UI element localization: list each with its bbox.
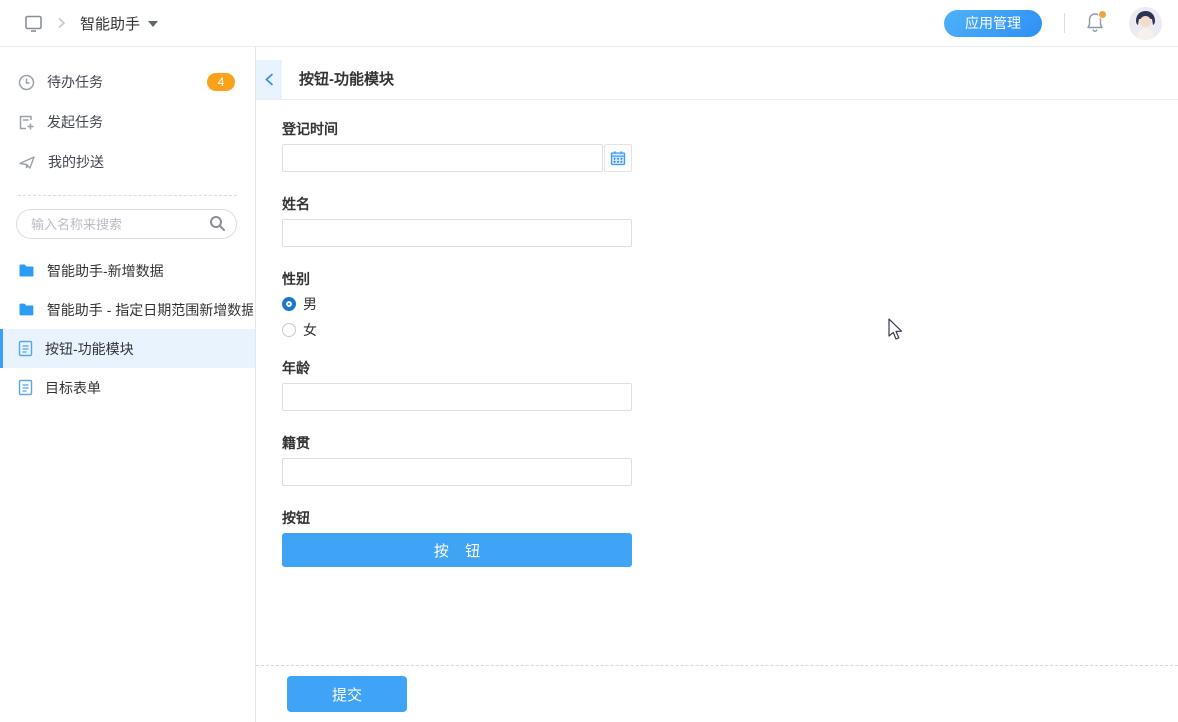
age-input[interactable] — [282, 383, 632, 411]
date-picker-button[interactable] — [604, 144, 632, 172]
tree-item-label: 目标表单 — [45, 378, 101, 398]
sidebar-item-start-task[interactable]: 发起任务 — [0, 102, 255, 142]
field-label: 姓名 — [282, 194, 632, 214]
radio-label[interactable]: 女 — [303, 320, 317, 340]
field-label: 性别 — [282, 269, 632, 289]
origin-input[interactable] — [282, 458, 632, 486]
form-footer: 提交 — [256, 666, 1178, 722]
main-header: 按钮-功能模块 — [256, 47, 1178, 100]
field-origin: 籍贯 — [282, 433, 632, 486]
tree-item-label: 按钮-功能模块 — [45, 339, 134, 359]
form-area: 登记时间 — [256, 100, 1178, 666]
radio-unselected-icon[interactable] — [282, 323, 296, 337]
form-icon — [18, 340, 33, 357]
user-avatar[interactable] — [1129, 7, 1162, 40]
sidebar-item-my-cc[interactable]: 我的抄送 — [0, 142, 255, 182]
sidebar-item-label: 发起任务 — [47, 112, 235, 132]
paper-plane-icon — [18, 154, 36, 171]
notifications-button[interactable] — [1085, 11, 1107, 35]
topbar: 智能助手 应用管理 — [0, 0, 1178, 47]
search-input[interactable] — [16, 209, 237, 239]
field-name: 姓名 — [282, 194, 632, 247]
sidebar-search — [16, 209, 237, 239]
radio-option-female[interactable]: 女 — [282, 318, 632, 341]
avatar-image — [1129, 7, 1162, 40]
tree-item-button-module[interactable]: 按钮-功能模块 — [0, 329, 255, 368]
sidebar-item-label: 我的抄送 — [48, 152, 235, 172]
sidebar-divider — [18, 195, 237, 196]
tree-item-target-form[interactable]: 目标表单 — [0, 368, 255, 407]
register-time-input[interactable] — [282, 144, 603, 172]
field-label: 登记时间 — [282, 119, 632, 139]
form-icon — [18, 379, 33, 396]
doc-plus-icon — [18, 114, 35, 131]
sidebar: 待办任务 4 发起任务 我的抄送 — [0, 47, 256, 722]
monitor-icon — [24, 14, 43, 33]
main-panel: 按钮-功能模块 登记时间 — [256, 47, 1178, 722]
tree-item-date-range-data[interactable]: 智能助手 - 指定日期范围新增数据 — [0, 290, 255, 329]
form-action-button[interactable]: 按 钮 — [282, 533, 632, 567]
field-register-time: 登记时间 — [282, 119, 632, 172]
folder-icon — [18, 302, 35, 317]
breadcrumb-app-name: 智能助手 — [80, 13, 140, 34]
app-switcher-dropdown[interactable]: 智能助手 — [80, 13, 158, 34]
tree-item-label: 智能助手-新增数据 — [47, 261, 164, 281]
todo-count-badge: 4 — [207, 73, 235, 91]
app-window: 智能助手 应用管理 — [0, 0, 1178, 722]
search-icon[interactable] — [209, 215, 226, 232]
tree-item-new-data[interactable]: 智能助手-新增数据 — [0, 251, 255, 290]
workspace-icon[interactable] — [24, 14, 43, 33]
field-label: 年龄 — [282, 358, 632, 378]
breadcrumb-chevron-icon — [57, 17, 66, 29]
radio-label[interactable]: 男 — [303, 294, 317, 314]
topbar-divider — [1064, 13, 1065, 33]
tree-item-label: 智能助手 - 指定日期范围新增数据 — [47, 300, 253, 320]
radio-option-male[interactable]: 男 — [282, 292, 632, 315]
field-label: 籍贯 — [282, 433, 632, 453]
chevron-left-icon — [264, 72, 275, 87]
field-button: 按钮 按 钮 — [282, 508, 632, 567]
calendar-icon — [610, 150, 626, 166]
caret-down-icon — [148, 21, 158, 27]
field-age: 年龄 — [282, 358, 632, 411]
field-label: 按钮 — [282, 508, 632, 528]
folder-icon — [18, 263, 35, 278]
name-input[interactable] — [282, 219, 632, 247]
sidebar-item-label: 待办任务 — [47, 72, 195, 92]
sidebar-tree: 智能助手-新增数据 智能助手 - 指定日期范围新增数据 按钮-功能模块 — [0, 251, 255, 407]
field-gender: 性别 男 女 — [282, 269, 632, 341]
app-manage-button[interactable]: 应用管理 — [944, 10, 1042, 37]
radio-selected-icon[interactable] — [282, 297, 296, 311]
notification-dot — [1098, 10, 1107, 19]
sidebar-item-todo-tasks[interactable]: 待办任务 4 — [0, 62, 255, 102]
submit-button[interactable]: 提交 — [287, 676, 407, 712]
clock-icon — [18, 74, 35, 91]
page-title: 按钮-功能模块 — [299, 68, 394, 89]
back-button[interactable] — [256, 60, 282, 99]
